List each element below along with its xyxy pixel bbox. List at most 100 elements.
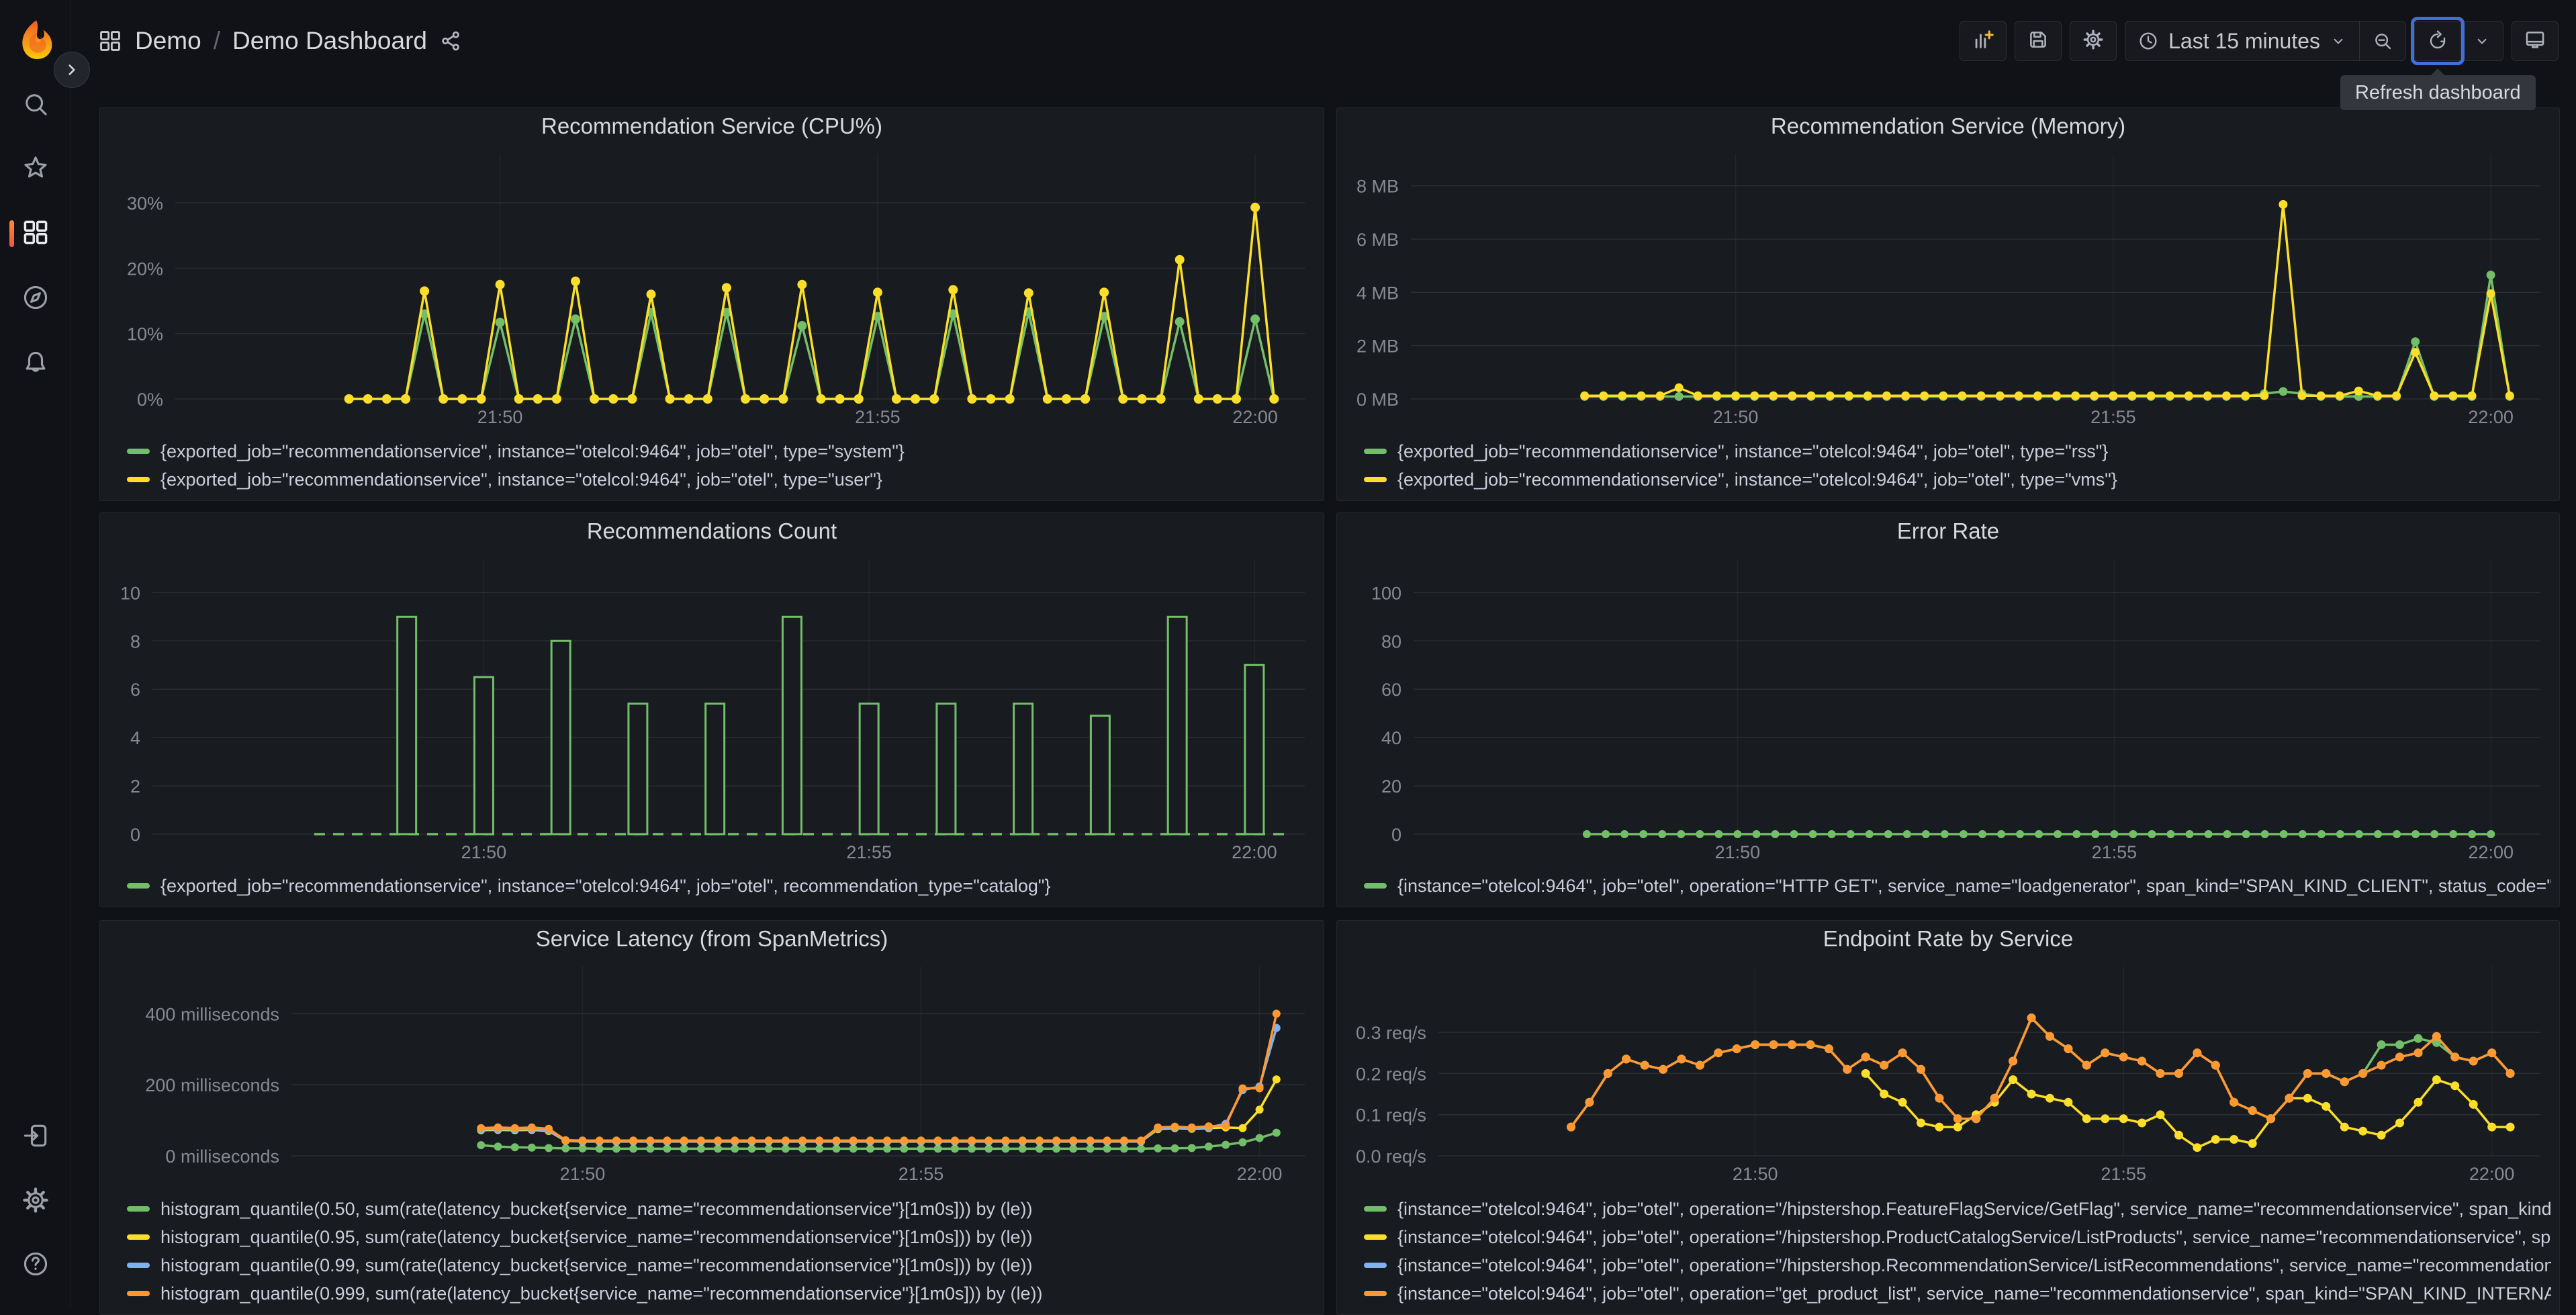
chart-canvas[interactable]: 0%10%20%30%21:5021:5522:00 [100,143,1324,430]
y-axis-tick: 20% [127,259,163,279]
chart-canvas[interactable]: 0.0 req/s0.1 req/s0.2 req/s0.3 req/s21:5… [1337,956,2559,1187]
chart-canvas[interactable]: 0 MB2 MB4 MB6 MB8 MB21:5021:5522:00 [1337,143,2559,430]
settings-gear-icon [2082,28,2105,54]
legend-item[interactable]: {instance="otelcol:9464", job="otel", op… [1364,1195,2551,1223]
y-axis-tick: 8 [130,631,140,651]
sidebar-item-configuration[interactable] [0,1183,71,1220]
panel-title[interactable]: Recommendation Service (CPU%) [100,108,1324,143]
legend-swatch [1364,1263,1387,1268]
refresh-dashboard-button[interactable] [2415,21,2460,60]
sidebar-item-sign-in[interactable] [0,1118,71,1156]
panel-title[interactable]: Endpoint Rate by Service [1337,921,2559,956]
share-icon[interactable] [439,30,462,52]
dashboard-toolbar: Last 15 minutes [1960,21,2559,61]
legend-item[interactable]: {instance="otelcol:9464", job="otel", op… [1364,1223,2551,1251]
panel-recommendation-memory: Recommendation Service (Memory) 0 MB2 MB… [1336,107,2560,501]
x-axis-tick: 21:55 [899,1164,944,1184]
legend-item[interactable]: {instance="otelcol:9464", job="otel", op… [1364,1279,2551,1308]
save-dashboard-button[interactable] [2015,21,2062,61]
zoom-out-button[interactable] [2360,21,2405,60]
chart-canvas[interactable]: 0 milliseconds200 milliseconds400 millis… [100,956,1324,1187]
y-axis-tick: 0.3 req/s [1356,1023,1426,1043]
x-axis-tick: 21:55 [2090,407,2136,427]
chart-area[interactable]: 0%10%20%30%21:5021:5522:00 [100,143,1324,430]
legend-swatch [127,1263,150,1268]
legend-swatch [1364,1234,1387,1240]
save-icon [2027,28,2050,54]
cycle-view-mode-button[interactable] [2512,21,2559,61]
y-axis-tick: 6 [130,680,140,700]
sidebar-expand-button[interactable] [54,52,90,88]
x-axis-tick: 22:00 [2468,407,2514,427]
legend-label: histogram_quantile(0.50, sum(rate(latenc… [160,1199,1033,1220]
sidebar-item-alerting[interactable] [0,346,71,383]
sidebar-item-help[interactable] [0,1246,71,1284]
time-range-picker[interactable]: Last 15 minutes [2125,21,2359,60]
x-axis-tick: 21:55 [2101,1164,2146,1184]
legend-swatch [1364,1206,1387,1212]
chart-area[interactable]: 0 MB2 MB4 MB6 MB8 MB21:5021:5522:00 [1337,143,2559,430]
add-panel-icon [1972,28,1994,54]
legend-label: {instance="otelcol:9464", job="otel", op… [1397,1199,2551,1220]
panel-title[interactable]: Error Rate [1337,513,2559,548]
panel-title[interactable]: Recommendation Service (Memory) [1337,108,2559,143]
x-axis-tick: 22:00 [2469,842,2514,862]
legend-item[interactable]: {instance="otelcol:9464", job="otel", op… [1364,872,2551,900]
sidebar-item-dashboards[interactable] [0,215,71,253]
y-axis-tick: 0.1 req/s [1356,1105,1426,1126]
legend-item[interactable]: {instance="otelcol:9464", job="otel", op… [1364,1251,2551,1279]
legend-label: {exported_job="recommendationservice", i… [160,469,882,490]
chart-area[interactable]: 02040608010021:5021:5522:00 [1337,548,2559,865]
legend-item[interactable]: {exported_job="recommendationservice", i… [1364,465,2551,494]
legend-item[interactable]: histogram_quantile(0.95, sum(rate(latenc… [127,1223,1316,1251]
dashboard-settings-button[interactable] [2070,21,2117,61]
y-axis-tick: 0 MB [1356,390,1399,410]
top-nav: Demo / Demo Dashboard Last 15 minutes [71,0,2576,82]
legend-item[interactable]: histogram_quantile(0.999, sum(rate(laten… [127,1279,1316,1308]
gear-icon [21,1185,50,1218]
tooltip-arrow [2430,69,2445,76]
star-icon [21,153,50,186]
panel-recommendations-count: Recommendations Count 024681021:5021:552… [99,512,1324,907]
x-axis-tick: 21:50 [461,842,507,862]
sidebar [0,0,71,1308]
refresh-interval-button[interactable] [2461,21,2503,60]
x-axis-tick: 22:00 [2469,1164,2515,1184]
chart-canvas[interactable]: 024681021:5021:5522:00 [100,548,1324,865]
chart-canvas[interactable]: 02040608010021:5021:5522:00 [1337,548,2559,865]
legend-label: {exported_job="recommendationservice", i… [1397,469,2117,490]
legend-swatch [1364,449,1387,454]
legend-label: histogram_quantile(0.99, sum(rate(latenc… [160,1255,1033,1276]
chart-area[interactable]: 0 milliseconds200 milliseconds400 millis… [100,956,1324,1187]
panel-service-latency: Service Latency (from SpanMetrics) 0 mil… [99,920,1324,1315]
legend-swatch [127,477,150,482]
legend-item[interactable]: {exported_job="recommendationservice", i… [127,437,1316,465]
legend-item[interactable]: {exported_job="recommendationservice", i… [127,465,1316,494]
chart-area[interactable]: 024681021:5021:5522:00 [100,548,1324,865]
chevron-down-icon [2330,32,2347,50]
legend: {exported_job="recommendationservice", i… [127,872,1316,900]
x-axis-tick: 21:55 [855,407,901,427]
legend-item[interactable]: {exported_job="recommendationservice", i… [127,872,1316,900]
add-panel-button[interactable] [1960,21,2007,61]
y-axis-tick: 100 [1371,583,1401,603]
breadcrumb: Demo / Demo Dashboard [97,27,462,55]
panel-title[interactable]: Recommendations Count [100,513,1324,548]
sidebar-item-search[interactable] [0,87,71,124]
sidebar-item-explore[interactable] [0,280,71,318]
panel-recommendation-cpu: Recommendation Service (CPU%) 0%10%20%30… [99,107,1324,501]
breadcrumb-page-title[interactable]: Demo Dashboard [232,27,427,55]
legend-swatch [1364,883,1387,889]
chart-area[interactable]: 0.0 req/s0.1 req/s0.2 req/s0.3 req/s21:5… [1337,956,2559,1187]
sidebar-item-starred[interactable] [0,150,71,188]
legend-item[interactable]: histogram_quantile(0.99, sum(rate(latenc… [127,1251,1316,1279]
legend-label: {instance="otelcol:9464", job="otel", op… [1397,1283,2551,1304]
grafana-logo[interactable] [13,17,58,62]
search-icon [21,89,50,122]
legend-item[interactable]: {exported_job="recommendationservice", i… [1364,437,2551,465]
y-axis-tick: 6 MB [1356,230,1399,250]
legend: {instance="otelcol:9464", job="otel", op… [1364,872,2551,900]
panel-title[interactable]: Service Latency (from SpanMetrics) [100,921,1324,956]
breadcrumb-section[interactable]: Demo [135,27,201,55]
legend-item[interactable]: histogram_quantile(0.50, sum(rate(latenc… [127,1195,1316,1223]
